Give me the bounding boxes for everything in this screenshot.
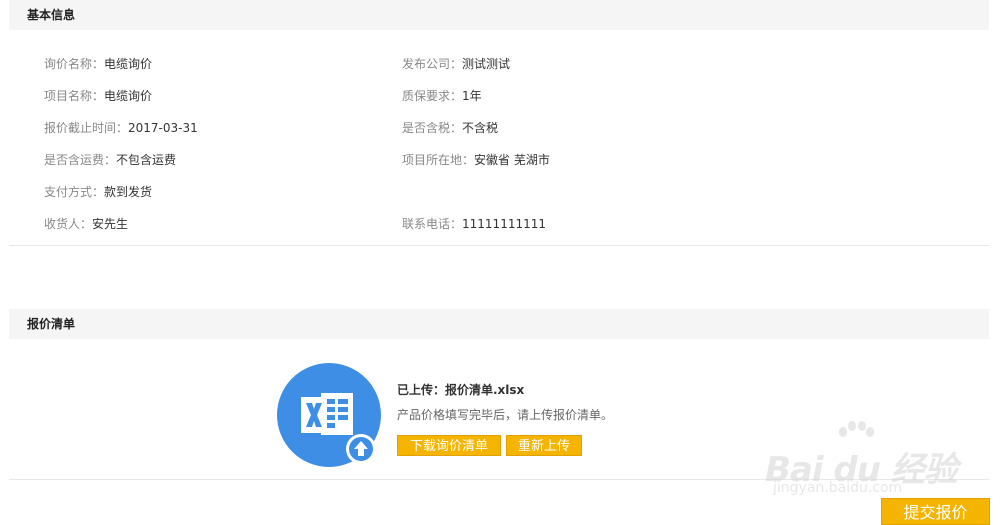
freight-field: 是否含运费：不包含运费: [44, 150, 176, 170]
field-label: 联系电话：: [402, 217, 463, 231]
field-label: 收货人：: [44, 217, 93, 231]
field-value: 不包含运费: [116, 153, 177, 167]
publisher-field: 发布公司：测试测试: [402, 54, 510, 74]
info-row: 支付方式：款到发货: [44, 182, 984, 214]
field-value: 款到发货: [104, 185, 153, 199]
upload-area: 已上传：报价清单.xlsx 产品价格填写完毕后，请上传报价清单。 下载询价清单 …: [277, 363, 677, 468]
upload-hint: 产品价格填写完毕后，请上传报价清单。: [397, 408, 614, 422]
watermark-logo-text: Bai du 经验: [765, 450, 958, 490]
consignee-field: 收货人：安先生: [44, 214, 128, 234]
info-row: 收货人：安先生 联系电话：11111111111: [44, 214, 984, 246]
field-value: 11111111111: [462, 217, 546, 231]
baidu-jingyan-watermark: Bai du 经验 jingyan.baidu.com: [765, 420, 995, 500]
project-location-field: 项目所在地：安徽省 芜湖市: [402, 150, 550, 170]
field-value: 测试测试: [462, 57, 511, 71]
info-row: 报价截止时间：2017-03-31 是否含税：不含税: [44, 118, 984, 150]
download-inquiry-list-button[interactable]: 下载询价清单: [397, 435, 501, 456]
excel-file-icon: [301, 393, 376, 464]
field-label: 发布公司：: [402, 57, 463, 71]
reupload-button[interactable]: 重新上传: [506, 435, 582, 456]
deadline-field: 报价截止时间：2017-03-31: [44, 118, 198, 138]
field-value: 安徽省 芜湖市: [474, 153, 550, 167]
field-value: 电缆询价: [104, 89, 153, 103]
field-value: 安先生: [92, 217, 129, 231]
basic-info-header: 基本信息: [9, 0, 989, 30]
tax-field: 是否含税：不含税: [402, 118, 498, 138]
info-row: 是否含运费：不包含运费 项目所在地：安徽省 芜湖市: [44, 150, 984, 182]
excel-upload-icon: [277, 363, 381, 467]
uploaded-file-status: 已上传：报价清单.xlsx: [397, 383, 525, 397]
field-label: 项目所在地：: [402, 153, 475, 167]
section-divider: [9, 479, 989, 480]
field-label: 是否含税：: [402, 121, 463, 135]
phone-field: 联系电话：11111111111: [402, 214, 546, 234]
field-label: 是否含运费：: [44, 153, 117, 167]
quote-list-header: 报价清单: [9, 309, 989, 339]
field-label: 报价截止时间：: [44, 121, 129, 135]
section-divider: [9, 245, 989, 246]
watermark-url: jingyan.baidu.com: [773, 480, 903, 496]
submit-quote-button[interactable]: 提交报价: [881, 498, 990, 525]
field-value: 2017-03-31: [128, 121, 198, 135]
inquiry-name-field: 询价名称：电缆询价: [44, 54, 152, 74]
quote-detail-page: 基本信息 询价名称：电缆询价 发布公司：测试测试 项目名称：电缆询价 质保要求：…: [0, 0, 1000, 525]
field-label: 项目名称：: [44, 89, 105, 103]
field-value: 不含税: [462, 121, 499, 135]
warranty-field: 质保要求：1年: [402, 86, 482, 106]
info-row: 询价名称：电缆询价 发布公司：测试测试: [44, 54, 984, 86]
field-label: 质保要求：: [402, 89, 463, 103]
basic-info-grid: 询价名称：电缆询价 发布公司：测试测试 项目名称：电缆询价 质保要求：1年 报价…: [44, 54, 984, 246]
field-label: 支付方式：: [44, 185, 105, 199]
field-value: 电缆询价: [104, 57, 153, 71]
payment-method-field: 支付方式：款到发货: [44, 182, 152, 202]
field-value: 1年: [462, 89, 482, 103]
info-row: 项目名称：电缆询价 质保要求：1年: [44, 86, 984, 118]
field-label: 询价名称：: [44, 57, 105, 71]
paw-icon: [839, 421, 874, 437]
project-name-field: 项目名称：电缆询价: [44, 86, 152, 106]
